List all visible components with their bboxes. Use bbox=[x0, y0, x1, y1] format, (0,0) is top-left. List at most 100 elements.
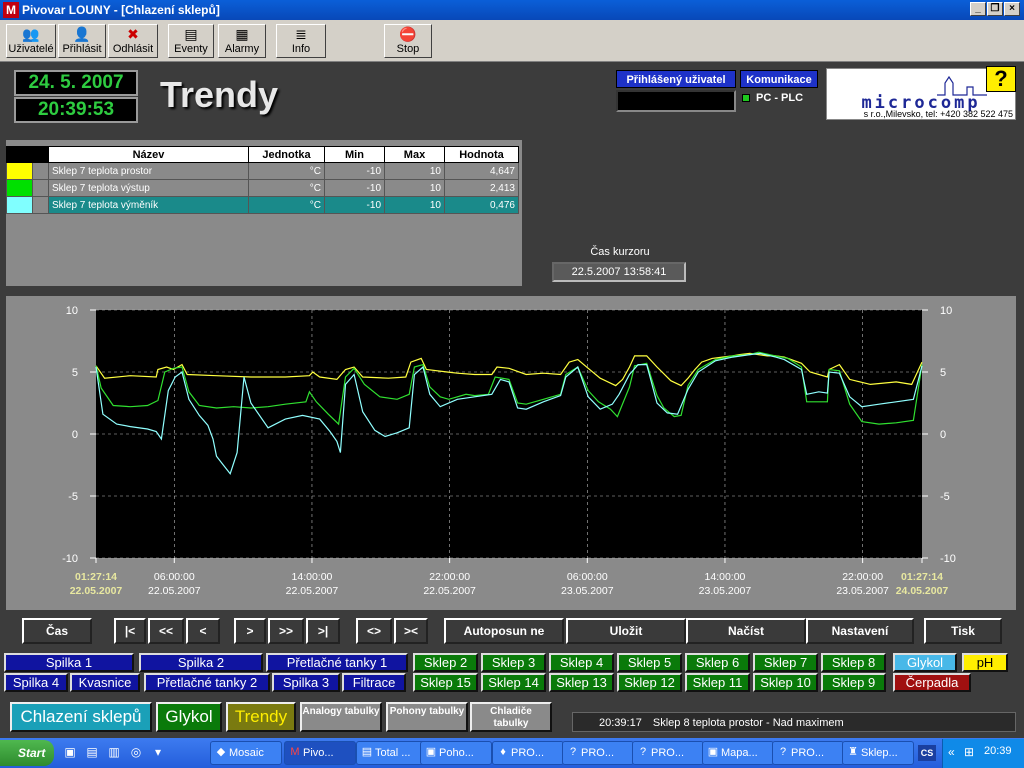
nav-chlazeni-sklepu[interactable]: Chlazení sklepů bbox=[10, 702, 152, 732]
zoom-in-button[interactable]: >< bbox=[394, 618, 428, 644]
quicklaunch-browser-icon[interactable]: ◎ bbox=[128, 745, 144, 761]
login-button[interactable]: 👤 Přihlásit bbox=[58, 24, 106, 58]
x-tick-date: 24.05.2007 bbox=[896, 585, 949, 597]
legend-header-blank bbox=[32, 146, 49, 163]
quicklaunch-doc-icon[interactable]: ▤ bbox=[84, 745, 100, 761]
tab-glykol[interactable]: Glykol bbox=[893, 653, 957, 672]
task-mosaic[interactable]: ◆ Mosaic bbox=[210, 741, 282, 765]
task-poho[interactable]: ▣ Poho... bbox=[420, 741, 492, 765]
tab-sklep-2[interactable]: Sklep 2 bbox=[413, 653, 478, 672]
tab-spilka-1[interactable]: Spilka 1 bbox=[4, 653, 134, 672]
tab-kvasnice[interactable]: Kvasnice bbox=[70, 673, 140, 692]
task-pro-2[interactable]: ? PRO... bbox=[562, 741, 634, 765]
tab-filtrace[interactable]: Filtrace bbox=[342, 673, 406, 692]
tab-pretlacne-tanky-1[interactable]: Přetlačné tanky 1 bbox=[266, 653, 408, 672]
tab-sklep-8[interactable]: Sklep 8 bbox=[821, 653, 886, 672]
load-button[interactable]: Načíst bbox=[686, 618, 806, 644]
info-button[interactable]: ≣ Info bbox=[276, 24, 326, 58]
legend-header-name: Název bbox=[48, 146, 249, 163]
prev-button[interactable]: < bbox=[186, 618, 220, 644]
alarm-message-bar[interactable]: 20:39:17 Sklep 8 teplota prostor - Nad m… bbox=[572, 712, 1016, 732]
nav-analogy-tabulky[interactable]: Analogy tabulky bbox=[300, 702, 382, 732]
x-tick-date: 22.05.2007 bbox=[286, 585, 339, 597]
next-button[interactable]: > bbox=[234, 618, 266, 644]
tab-sklep-7[interactable]: Sklep 7 bbox=[753, 653, 818, 672]
x-tick-date: 23.05.2007 bbox=[561, 585, 614, 597]
series-color-swatch bbox=[6, 162, 33, 180]
y-tick-label-left: -5 bbox=[68, 491, 78, 503]
tab-ph[interactable]: pH bbox=[962, 653, 1008, 672]
task-total[interactable]: ▤ Total ... bbox=[356, 741, 428, 765]
quicklaunch-cmd-icon[interactable]: ▣ bbox=[62, 745, 78, 761]
series-max: 10 bbox=[384, 196, 445, 214]
tab-sklep-9[interactable]: Sklep 9 bbox=[821, 673, 886, 692]
trend-chart[interactable]: 10 10 5 5 0 0 -5 -5 -10 -10 01:27:14 22.05.2007 06:0… bbox=[6, 296, 1016, 610]
y-tick-label-right: -5 bbox=[940, 491, 950, 503]
tab-sklep-5[interactable]: Sklep 5 bbox=[617, 653, 682, 672]
tab-spilka-3[interactable]: Spilka 3 bbox=[272, 673, 340, 692]
minimize-button[interactable]: _ bbox=[970, 2, 986, 16]
task-pro-4[interactable]: ? PRO... bbox=[772, 741, 844, 765]
task-pro-1[interactable]: ♦ PRO... bbox=[492, 741, 564, 765]
settings-button[interactable]: Nastavení bbox=[806, 618, 914, 644]
nav-trendy[interactable]: Trendy bbox=[226, 702, 296, 732]
tab-sklep-3[interactable]: Sklep 3 bbox=[481, 653, 546, 672]
close-button[interactable]: × bbox=[1004, 2, 1020, 16]
tab-sklep-15[interactable]: Sklep 15 bbox=[413, 673, 478, 692]
prev-fast-button[interactable]: << bbox=[148, 618, 184, 644]
quicklaunch-tool-icon[interactable]: ▾ bbox=[150, 745, 166, 761]
legend-row[interactable]: Sklep 7 teplota prostor °C -10 10 4,647 bbox=[6, 162, 519, 180]
logout-button[interactable]: ✖ Odhlásit bbox=[108, 24, 158, 58]
quicklaunch-save-icon[interactable]: ▥ bbox=[106, 745, 122, 761]
stop-button[interactable]: ⛔ Stop bbox=[384, 24, 432, 58]
y-tick-label-left: -10 bbox=[62, 553, 78, 565]
last-button[interactable]: >| bbox=[306, 618, 340, 644]
task-mapa[interactable]: ▣ Mapa... bbox=[702, 741, 774, 765]
events-button[interactable]: ▤ Eventy bbox=[168, 24, 214, 58]
tab-sklep-4[interactable]: Sklep 4 bbox=[549, 653, 614, 672]
tab-spilka-2[interactable]: Spilka 2 bbox=[139, 653, 263, 672]
x-tick-date: 22.05.2007 bbox=[148, 585, 201, 597]
tab-sklep-13[interactable]: Sklep 13 bbox=[549, 673, 614, 692]
save-button[interactable]: Uložit bbox=[566, 618, 686, 644]
tab-sklep-10[interactable]: Sklep 10 bbox=[753, 673, 818, 692]
series-min: -10 bbox=[324, 162, 385, 180]
zoom-out-button[interactable]: <> bbox=[356, 618, 392, 644]
legend-row-selected[interactable]: Sklep 7 teplota výměník °C -10 10 0,476 bbox=[6, 196, 519, 214]
tab-spilka-4[interactable]: Spilka 4 bbox=[4, 673, 68, 692]
y-tick-label-left: 10 bbox=[66, 305, 78, 317]
task-pro-3[interactable]: ? PRO... bbox=[632, 741, 704, 765]
x-tick-time: 22:00:00 bbox=[429, 571, 470, 583]
users-button[interactable]: 👥 Uživatelé bbox=[6, 24, 56, 58]
nav-glykol[interactable]: Glykol bbox=[156, 702, 222, 732]
x-tick-date: 22.05.2007 bbox=[423, 585, 476, 597]
print-button[interactable]: Tisk bbox=[924, 618, 1002, 644]
language-indicator[interactable]: CS bbox=[918, 745, 936, 761]
series-unit: °C bbox=[248, 179, 325, 197]
window-titlebar: M Pivovar LOUNY - [Chlazení sklepů] _ ❐ … bbox=[0, 0, 1024, 20]
task-sklep[interactable]: ♜ Sklep... bbox=[842, 741, 914, 765]
autoscroll-button[interactable]: Autoposun ne bbox=[444, 618, 564, 644]
restore-button[interactable]: ❐ bbox=[987, 2, 1003, 16]
tab-sklep-11[interactable]: Sklep 11 bbox=[685, 673, 750, 692]
start-button[interactable]: Start bbox=[0, 740, 54, 766]
tab-pretlacne-tanky-2[interactable]: Přetlačné tanky 2 bbox=[144, 673, 270, 692]
alarms-button[interactable]: ▦ Alarmy bbox=[218, 24, 266, 58]
time-button[interactable]: Čas bbox=[22, 618, 92, 644]
tab-sklep-12[interactable]: Sklep 12 bbox=[617, 673, 682, 692]
next-fast-button[interactable]: >> bbox=[268, 618, 304, 644]
task-pivovar[interactable]: M Pivo... bbox=[284, 741, 356, 765]
tab-sklep-6[interactable]: Sklep 6 bbox=[685, 653, 750, 672]
first-button[interactable]: |< bbox=[114, 618, 146, 644]
help-button[interactable]: ? bbox=[986, 66, 1016, 92]
nav-chladice-tabulky[interactable]: Chladiče tabulky bbox=[470, 702, 552, 732]
x-tick-time: 14:00:00 bbox=[705, 571, 746, 583]
nav-pohony-tabulky[interactable]: Pohony tabulky bbox=[386, 702, 468, 732]
y-tick-label-right: -10 bbox=[940, 553, 956, 565]
tab-sklep-14[interactable]: Sklep 14 bbox=[481, 673, 546, 692]
app-icon: ? bbox=[779, 746, 787, 758]
network-icon[interactable]: ⊞ bbox=[964, 745, 974, 759]
tray-expand-icon[interactable]: « bbox=[948, 745, 955, 759]
legend-row[interactable]: Sklep 7 teplota výstup °C -10 10 2,413 bbox=[6, 179, 519, 197]
tab-cerpadla[interactable]: Čerpadla bbox=[893, 673, 971, 692]
